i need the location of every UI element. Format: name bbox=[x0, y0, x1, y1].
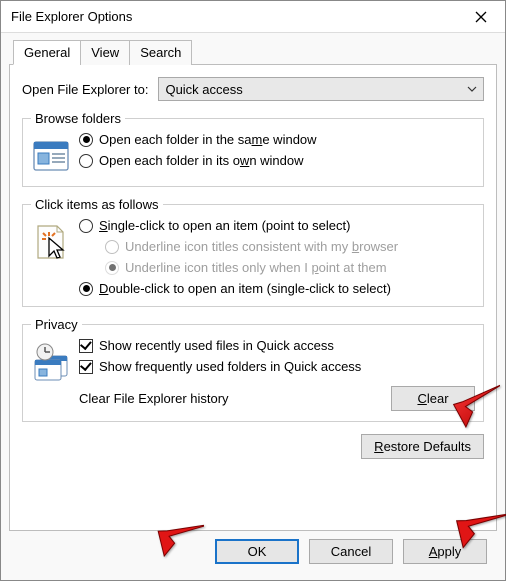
open-explorer-to-select[interactable]: Quick access bbox=[158, 77, 484, 101]
open-explorer-to-label: Open File Explorer to: bbox=[22, 82, 148, 97]
folder-window-icon bbox=[31, 136, 71, 176]
click-items-group: Click items as follows bbox=[22, 197, 484, 307]
radio-single-click[interactable]: Single-click to open an item (point to s… bbox=[79, 218, 475, 233]
close-button[interactable] bbox=[461, 3, 501, 31]
radio-double-click[interactable]: Double-click to open an item (single-cli… bbox=[79, 281, 475, 296]
checkbox-icon bbox=[79, 360, 93, 374]
check-frequent-folders[interactable]: Show frequently used folders in Quick ac… bbox=[79, 359, 475, 374]
radio-underline-point: Underline icon titles only when I point … bbox=[105, 260, 475, 275]
browse-folders-group: Browse folders Open each folder in the bbox=[22, 111, 484, 187]
dialog-footer: OK Cancel Apply bbox=[9, 531, 497, 572]
radio-icon bbox=[79, 133, 93, 147]
cursor-document-icon bbox=[31, 222, 71, 262]
tab-general[interactable]: General bbox=[13, 40, 81, 65]
check-recent-files[interactable]: Show recently used files in Quick access bbox=[79, 338, 475, 353]
click-items-legend: Click items as follows bbox=[31, 197, 163, 212]
privacy-legend: Privacy bbox=[31, 317, 82, 332]
privacy-group: Privacy Show bbox=[22, 317, 484, 422]
chevron-down-icon bbox=[467, 84, 477, 94]
apply-button[interactable]: Apply bbox=[403, 539, 487, 564]
clear-history-label: Clear File Explorer history bbox=[79, 391, 229, 406]
tab-panel-general: Open File Explorer to: Quick access Brow… bbox=[9, 64, 497, 531]
radio-icon bbox=[79, 154, 93, 168]
close-icon bbox=[475, 11, 487, 23]
tab-strip: General View Search bbox=[13, 39, 497, 64]
browse-folders-legend: Browse folders bbox=[31, 111, 125, 126]
radio-icon bbox=[79, 282, 93, 296]
history-icon bbox=[31, 342, 71, 382]
radio-icon bbox=[105, 240, 119, 254]
cancel-button[interactable]: Cancel bbox=[309, 539, 393, 564]
tab-view[interactable]: View bbox=[80, 40, 130, 65]
radio-icon bbox=[79, 219, 93, 233]
restore-defaults-button[interactable]: Restore Defaults bbox=[361, 434, 484, 459]
tab-search[interactable]: Search bbox=[129, 40, 192, 65]
file-explorer-options-dialog: File Explorer Options General View Searc… bbox=[0, 0, 506, 581]
ok-button[interactable]: OK bbox=[215, 539, 299, 564]
radio-same-window[interactable]: Open each folder in the same window bbox=[79, 132, 475, 147]
radio-own-window[interactable]: Open each folder in its own window bbox=[79, 153, 475, 168]
radio-icon bbox=[105, 261, 119, 275]
radio-underline-browser: Underline icon titles consistent with my… bbox=[105, 239, 475, 254]
checkbox-icon bbox=[79, 339, 93, 353]
titlebar: File Explorer Options bbox=[1, 1, 505, 33]
window-title: File Explorer Options bbox=[11, 9, 461, 24]
open-explorer-to-value: Quick access bbox=[165, 82, 242, 97]
clear-button[interactable]: Clear bbox=[391, 386, 475, 411]
